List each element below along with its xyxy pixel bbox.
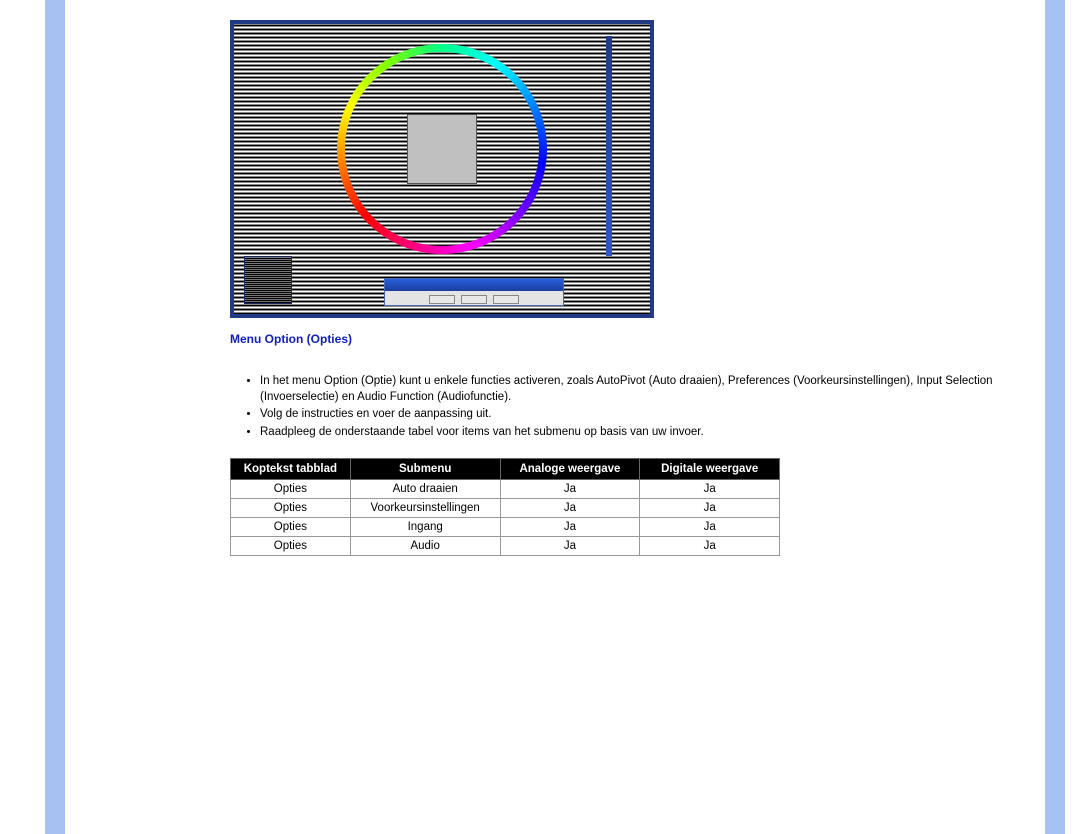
cell-digital: Ja xyxy=(640,537,780,556)
cell-tab: Opties xyxy=(231,537,351,556)
cell-submenu: Voorkeursinstellingen xyxy=(350,499,500,518)
test-pattern-figure xyxy=(230,20,654,318)
table-row: Opties Voorkeursinstellingen Ja Ja xyxy=(231,499,780,518)
cell-tab: Opties xyxy=(231,499,351,518)
th-digital: Digitale weergave xyxy=(640,459,780,480)
options-table: Koptekst tabblad Submenu Analoge weergav… xyxy=(230,458,780,556)
cell-digital: Ja xyxy=(640,518,780,537)
hue-ring-icon xyxy=(337,44,547,254)
main-content: Menu Option (Opties) In het menu Option … xyxy=(230,20,1010,556)
cell-submenu: Auto draaien xyxy=(350,480,500,499)
cell-digital: Ja xyxy=(640,499,780,518)
mini-button xyxy=(461,295,487,304)
mini-dialog-body xyxy=(385,291,563,307)
mini-dialog xyxy=(384,278,564,306)
mini-dialog-titlebar xyxy=(385,279,563,291)
cell-submenu: Ingang xyxy=(350,518,500,537)
cell-analog: Ja xyxy=(500,480,640,499)
th-analog: Analoge weergave xyxy=(500,459,640,480)
right-accent-bar xyxy=(1045,0,1065,834)
th-tab: Koptekst tabblad xyxy=(231,459,351,480)
left-accent-bar xyxy=(45,0,65,834)
thumbnail-preview xyxy=(244,256,292,304)
th-submenu: Submenu xyxy=(350,459,500,480)
cell-digital: Ja xyxy=(640,480,780,499)
vertical-level-bar xyxy=(606,36,612,256)
hue-ring-center xyxy=(345,52,539,246)
mini-button xyxy=(493,295,519,304)
test-pattern-body xyxy=(234,24,650,314)
list-item: Raadpleeg de onderstaande tabel voor ite… xyxy=(260,425,1010,441)
cell-analog: Ja xyxy=(500,518,640,537)
document-page: Menu Option (Opties) In het menu Option … xyxy=(0,0,1080,834)
gray-square-icon xyxy=(407,114,477,184)
cell-analog: Ja xyxy=(500,499,640,518)
instruction-list: In het menu Option (Optie) kunt u enkele… xyxy=(260,374,1010,440)
table-row: Opties Audio Ja Ja xyxy=(231,537,780,556)
section-heading: Menu Option (Opties) xyxy=(230,332,1010,346)
cell-analog: Ja xyxy=(500,537,640,556)
table-row: Opties Auto draaien Ja Ja xyxy=(231,480,780,499)
cell-tab: Opties xyxy=(231,480,351,499)
list-item: Volg de instructies en voer de aanpassin… xyxy=(260,407,1010,423)
cell-tab: Opties xyxy=(231,518,351,537)
mini-button xyxy=(429,295,455,304)
table-row: Opties Ingang Ja Ja xyxy=(231,518,780,537)
cell-submenu: Audio xyxy=(350,537,500,556)
table-header-row: Koptekst tabblad Submenu Analoge weergav… xyxy=(231,459,780,480)
list-item: In het menu Option (Optie) kunt u enkele… xyxy=(260,374,1010,405)
